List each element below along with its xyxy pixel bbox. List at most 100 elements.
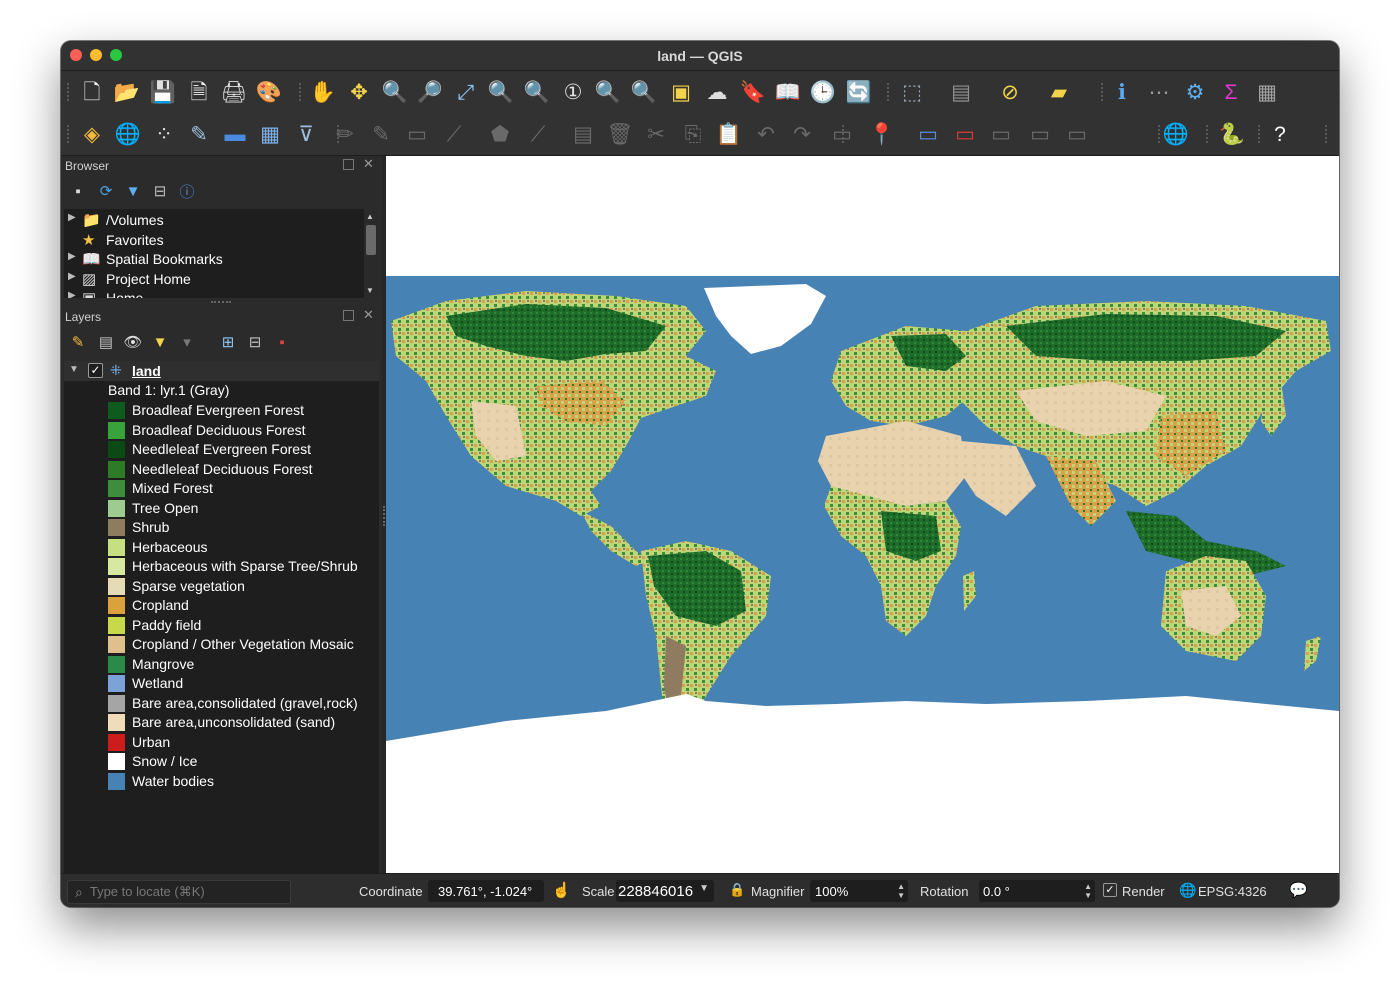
collapse-all-layers-icon[interactable]: ⊟: [244, 331, 266, 353]
layers-close-button[interactable]: ✕: [363, 307, 374, 323]
open-project-icon[interactable]: 📂: [112, 77, 142, 107]
browser-scrollbar[interactable]: ▲ ▼: [364, 209, 378, 298]
toolbar-grip[interactable]: [1206, 125, 1212, 143]
zoom-next-icon[interactable]: 🔍: [629, 77, 659, 107]
expand-arrow-icon[interactable]: ▶: [68, 290, 76, 298]
magnifier-spinbox[interactable]: 100% ▲ ▼: [810, 880, 908, 902]
add-raster-icon[interactable]: ▦: [255, 119, 285, 149]
crs-globe-icon[interactable]: 🌐: [1179, 882, 1196, 899]
crs-label[interactable]: EPSG:4326: [1198, 884, 1267, 899]
attribute-table-icon[interactable]: ▦: [1252, 77, 1282, 107]
zoom-out-icon[interactable]: 🔎: [415, 77, 445, 107]
toolbar-grip[interactable]: [1325, 125, 1331, 143]
measure-line-icon[interactable]: ⋯: [1144, 77, 1174, 107]
redo-icon[interactable]: ↷: [787, 119, 817, 149]
layer-visibility-checkbox[interactable]: ✓: [88, 363, 103, 378]
new-virtual-layer-icon[interactable]: ▬: [220, 119, 250, 149]
open-layer-styling-icon[interactable]: ✎: [67, 331, 89, 353]
pan-to-selection-icon[interactable]: ✥: [344, 77, 374, 107]
label-toolbar-icon[interactable]: ▭: [827, 119, 857, 149]
toolbar-grip[interactable]: [67, 83, 73, 101]
layer-labeling-icon[interactable]: ▭: [913, 119, 943, 149]
browser-refresh-icon[interactable]: ⟳: [95, 180, 117, 202]
zoom-to-layer-icon[interactable]: 🔍: [522, 77, 552, 107]
data-source-manager-icon[interactable]: ◈: [77, 119, 107, 149]
expand-all-icon[interactable]: ⊞: [217, 331, 239, 353]
pan-map-icon[interactable]: ✋: [308, 77, 338, 107]
zoom-in-icon[interactable]: 🔍: [380, 77, 410, 107]
map-canvas[interactable]: [386, 156, 1339, 873]
layer-row-land[interactable]: ▼ ✓ ⁜ land: [64, 361, 379, 381]
vertex-tool-icon[interactable]: ⟋: [523, 119, 553, 149]
expand-layer-icon[interactable]: ▼: [69, 364, 79, 375]
help-icon[interactable]: ?: [1265, 119, 1295, 149]
save-as-icon[interactable]: 🗎: [184, 77, 214, 107]
rotate-label-icon[interactable]: ▭: [1025, 119, 1055, 149]
new-shapefile-icon[interactable]: ⁘: [149, 119, 179, 149]
spin-arrows-icon[interactable]: ▲ ▼: [897, 882, 905, 900]
browser-properties-icon[interactable]: ⓘ: [176, 180, 198, 202]
browser-item[interactable]: ▶ 📖 Spatial Bookmarks: [64, 250, 364, 269]
zoom-full-icon[interactable]: ⤢: [451, 77, 481, 107]
modify-attributes-icon[interactable]: ▤: [568, 119, 598, 149]
collapse-all-icon[interactable]: ⊟: [149, 180, 171, 202]
layers-float-button[interactable]: [343, 310, 354, 321]
toolbar-grip[interactable]: [67, 125, 73, 143]
toggle-editing-icon[interactable]: ✏: [330, 119, 360, 149]
coordinate-field[interactable]: 39.761°, -1.024°: [428, 880, 544, 902]
zoom-to-selection-icon[interactable]: 🔍: [486, 77, 516, 107]
select-location-icon[interactable]: ▰: [1044, 77, 1074, 107]
deselect-all-icon[interactable]: ⊘: [995, 77, 1025, 107]
delete-selected-icon[interactable]: 🗑: [605, 119, 635, 149]
expand-arrow-icon[interactable]: ▶: [68, 271, 76, 282]
manage-visibility-icon[interactable]: 👁: [122, 331, 144, 353]
zoom-last-icon[interactable]: 🔍: [593, 77, 623, 107]
new-project-icon[interactable]: 🗋: [77, 77, 107, 107]
new-3d-map-view-icon[interactable]: ☁: [702, 77, 732, 107]
messages-icon[interactable]: 💬: [1289, 881, 1308, 899]
chevron-down-icon[interactable]: ▼: [699, 883, 709, 894]
spin-arrows-icon[interactable]: ▲ ▼: [1084, 882, 1092, 900]
add-vector-layer-icon[interactable]: 🌐: [113, 119, 143, 149]
browser-close-button[interactable]: ✕: [363, 156, 374, 172]
plugin-globe-icon[interactable]: 🌐: [1161, 119, 1191, 149]
toolbar-grip[interactable]: [299, 83, 305, 101]
layer-name[interactable]: land: [132, 363, 161, 379]
digitize-icon[interactable]: ⟋: [439, 119, 469, 149]
add-wms-icon[interactable]: ⊽: [291, 119, 321, 149]
add-group-icon[interactable]: ▤: [95, 331, 117, 353]
browser-filter-icon[interactable]: ▼: [122, 180, 144, 202]
style-manager-icon[interactable]: 🎨: [254, 77, 284, 107]
show-bookmarks-icon[interactable]: 📖: [773, 77, 803, 107]
highlight-labels-icon[interactable]: ▭: [950, 119, 980, 149]
expand-arrow-icon[interactable]: ▶: [68, 212, 76, 223]
filter-legend-icon[interactable]: ▼: [149, 331, 171, 353]
lock-scale-icon[interactable]: 🔒: [729, 882, 745, 898]
edit-pencil-icon[interactable]: ✎: [366, 119, 396, 149]
copy-features-icon[interactable]: ⎘: [678, 119, 708, 149]
render-checkbox[interactable]: ✓: [1103, 883, 1117, 897]
save-project-icon[interactable]: 💾: [148, 77, 178, 107]
scale-combo[interactable]: 228846016 ▼: [616, 880, 714, 902]
new-map-view-icon[interactable]: ▣: [666, 77, 696, 107]
change-label-icon[interactable]: ▭: [1062, 119, 1092, 149]
python-console-icon[interactable]: 🐍: [1217, 119, 1247, 149]
rotation-spinbox[interactable]: 0.0 ° ▲ ▼: [979, 880, 1095, 902]
browser-float-button[interactable]: [343, 159, 354, 170]
toolbar-grip[interactable]: [1258, 125, 1264, 143]
cut-features-icon[interactable]: ✂: [641, 119, 671, 149]
add-polygon-icon[interactable]: ⬟: [485, 119, 515, 149]
toolbox-icon[interactable]: ⚙: [1180, 77, 1210, 107]
panel-splitter[interactable]: [211, 301, 231, 306]
toolbar-grip[interactable]: [887, 83, 893, 101]
identify-features-icon[interactable]: ℹ: [1107, 77, 1137, 107]
statistics-icon[interactable]: Σ: [1216, 77, 1246, 107]
refresh-icon[interactable]: 🔄: [844, 77, 874, 107]
browser-item[interactable]: ★ Favorites: [64, 231, 364, 250]
locator-search[interactable]: ⌕ Type to locate (⌘K): [67, 880, 291, 904]
select-features-icon[interactable]: ⬚: [897, 77, 927, 107]
browser-item[interactable]: ▶ ▨ Project Home: [64, 270, 364, 289]
save-edits-icon[interactable]: ▭: [402, 119, 432, 149]
browser-item[interactable]: ▶ ▣ Home: [64, 289, 364, 298]
undo-icon[interactable]: ↶: [751, 119, 781, 149]
